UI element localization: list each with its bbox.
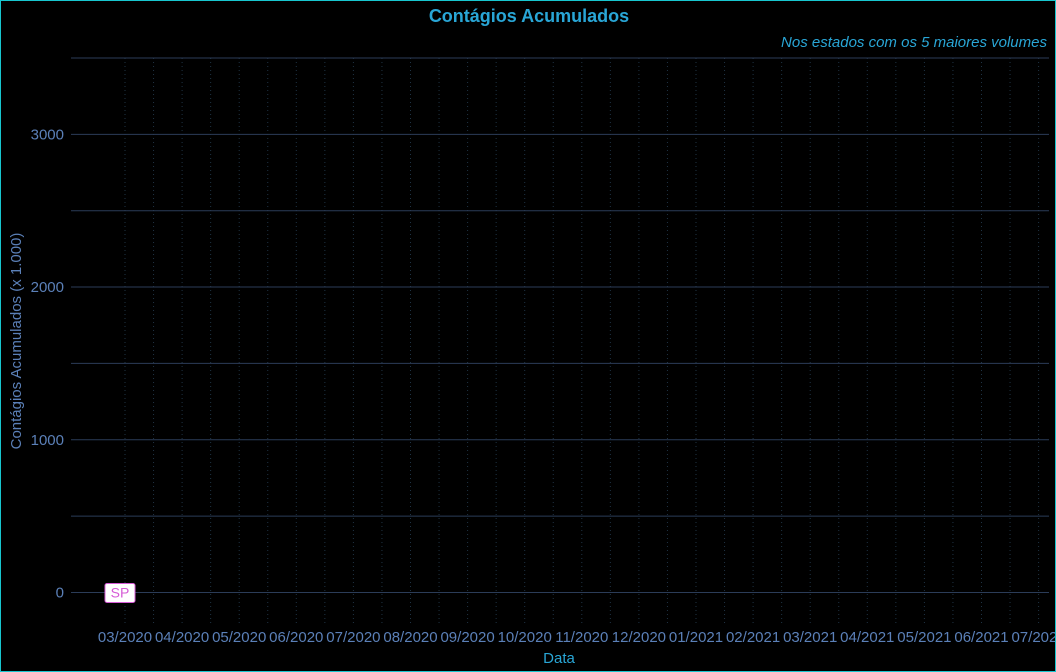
y-tick-label: 3000 (31, 126, 64, 143)
x-axis-label: Data (543, 650, 575, 667)
x-tick-label: 05/2020 (212, 629, 266, 646)
grid-layer (71, 57, 1049, 623)
x-tick-label: 04/2020 (155, 629, 209, 646)
x-tick-label: 07/2021 (1011, 629, 1056, 646)
y-tick-label: 1000 (31, 432, 64, 449)
x-tick-label: 10/2020 (498, 629, 552, 646)
chart-frame: Contágios Acumulados Nos estados com os … (0, 0, 1056, 672)
y-axis-label: Contágios Acumulados (x 1.000) (8, 233, 25, 450)
x-tick-label: 09/2020 (440, 629, 494, 646)
x-tick-label: 03/2020 (98, 629, 152, 646)
x-tick-label: 04/2021 (840, 629, 894, 646)
x-tick-label: 07/2020 (326, 629, 380, 646)
y-tick-label: 0 (56, 584, 64, 601)
x-tick-label: 05/2021 (897, 629, 951, 646)
x-tick-label: 02/2021 (726, 629, 780, 646)
x-tick-label: 01/2021 (669, 629, 723, 646)
x-tick-label: 03/2021 (783, 629, 837, 646)
plot-area: SP 010002000300003/2020 04/2020 05/2020 06/… (8, 57, 1056, 667)
x-tick-label: 08/2020 (383, 629, 437, 646)
x-tick-label: 06/2021 (954, 629, 1008, 646)
x-tick-label: 11/2020 (555, 629, 608, 646)
series-label-text: SP (111, 584, 130, 600)
y-tick-label: 2000 (31, 279, 64, 296)
x-tick-label: 12/2020 (612, 629, 666, 646)
tick-layer: 010002000300003/2020 04/2020 05/2020 06/202… (31, 126, 1056, 646)
x-tick-label: 06/2020 (269, 629, 323, 646)
series-layer: SP (104, 582, 136, 603)
series-label: SP (104, 582, 136, 603)
